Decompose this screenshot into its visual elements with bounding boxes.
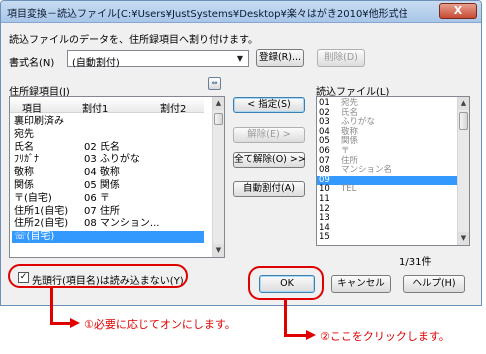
table-row[interactable]: ﾌﾘｶﾞﾅ 03 ふりがな (12, 154, 204, 166)
list-item[interactable]: 05 関係 (317, 137, 459, 146)
column-header-map1[interactable]: 割付1 (82, 100, 108, 115)
window-title: 項目変換－読込ファイル[C:¥Users¥JustSystems¥Desktop… (7, 9, 407, 20)
list-item[interactable]: 01 宛先 (317, 99, 459, 108)
field-text: TEL (341, 184, 357, 195)
item-name-cell: ☏(自宅) (14, 231, 55, 243)
table-row[interactable]: 〒(自宅) 06 〒 (12, 193, 204, 205)
list-item[interactable]: 11 (317, 195, 459, 204)
address-items-scrollbar[interactable]: ▲ ▼ (212, 97, 224, 257)
list-item[interactable]: 14 (317, 223, 459, 233)
field-text: 〒 (341, 146, 350, 156)
help-button[interactable]: ヘルプ(H) (403, 275, 465, 293)
item-name-cell: 敬称 (14, 167, 34, 179)
field-number: 03 (319, 117, 330, 128)
scroll-down-icon[interactable]: ▼ (458, 232, 469, 245)
item-name-cell: 住所1(自宅) (14, 205, 69, 217)
map1-cell: 03 ふりがな (84, 154, 140, 166)
unassign-all-button[interactable]: 全て解除(O) >> (233, 152, 306, 168)
table-row[interactable]: 住所1(自宅) 07 住所 (12, 206, 204, 218)
table-row[interactable]: 裏印刷済み (12, 116, 204, 128)
record-count: 1/31件 (399, 257, 432, 268)
table-row[interactable]: ☏(自宅) (12, 231, 204, 244)
read-file-list[interactable]: 01 宛先 02 氏名 03 ふりがな 04 敬称 05 関係 06 〒 07 住所 08 マンション名 09 1… (316, 96, 470, 246)
auto-assign-button[interactable]: 自動割付(A) (233, 181, 305, 197)
list-item[interactable]: 12 (317, 204, 459, 214)
list-item[interactable]: 08 マンション名 (317, 166, 459, 175)
item-name-cell: 〒(自宅) (14, 192, 52, 204)
column-header-map2[interactable]: 割付2 (160, 100, 186, 115)
annotation-arrow-2 (306, 330, 316, 340)
read-file-scrollbar[interactable]: ▲ ▼ (457, 97, 469, 245)
scroll-up-icon[interactable]: ▲ (213, 97, 224, 110)
scroll-thumb[interactable] (459, 112, 468, 130)
field-number: 11 (319, 194, 330, 204)
register-button[interactable]: 登録(R)... (256, 49, 304, 67)
map1-cell: 08 マンション... (84, 218, 160, 230)
list-item[interactable]: 13 (317, 214, 459, 223)
address-items-list[interactable]: 項目 割付1 割付2 裏印刷済み 宛先 氏名 02 氏名 ﾌﾘｶﾞﾅ 03 ふりがな敬称 0… (9, 96, 225, 258)
column-header-item[interactable]: 項目 (22, 100, 42, 115)
unassign-button[interactable]: 解除(E) > (233, 127, 305, 143)
item-name-cell: 関係 (14, 180, 34, 191)
list-item[interactable]: 06 〒 (317, 147, 459, 156)
address-items-header: 項目 割付1 割付2 (10, 97, 204, 115)
field-number: 06 (319, 146, 330, 156)
annotation-line-1h (50, 322, 70, 325)
table-row[interactable]: 住所2(自宅) 08 マンション... (12, 218, 204, 230)
table-row[interactable]: 氏名 02 氏名 (12, 142, 204, 154)
cancel-button[interactable]: キャンセル (331, 275, 391, 293)
list-item[interactable]: 02 氏名 (317, 108, 459, 118)
list-item[interactable]: 03 ふりがな (317, 118, 459, 127)
format-label: 書式名(N) (9, 58, 55, 69)
chevron-down-icon: ▼ (236, 54, 244, 63)
field-text: マンション名 (341, 165, 393, 176)
annotation-note-1: ①必要に応じてオンにします。 (84, 318, 236, 331)
field-text: 宛先 (341, 98, 359, 108)
list-item[interactable]: 04 敬称 (317, 127, 459, 137)
annotation-note-2: ②ここをクリックします。 (320, 330, 450, 343)
assign-button[interactable]: < 指定(S) (233, 97, 305, 113)
scroll-down-icon[interactable]: ▼ (213, 244, 224, 257)
instruction-text: 読込ファイルのデータを、住所録項目へ割り付けます。 (9, 35, 258, 46)
annotation-line-2v (284, 300, 287, 336)
list-item[interactable]: 10 TEL (317, 185, 459, 194)
scroll-thumb[interactable] (214, 113, 223, 125)
field-number: 15 (319, 232, 330, 243)
scroll-up-icon[interactable]: ▲ (458, 97, 469, 110)
column-settings-icon[interactable]: ⇔ (208, 77, 221, 90)
field-number: 08 (319, 165, 330, 176)
item-name-cell: 住所2(自宅) (14, 218, 69, 230)
delete-button[interactable]: 削除(D) (317, 49, 365, 67)
list-item[interactable]: 09 (317, 175, 459, 185)
annotation-line-2h (284, 334, 306, 337)
table-row[interactable]: 敬称 04 敬称 (12, 167, 204, 179)
item-name-cell: 宛先 (14, 128, 34, 140)
item-conversion-dialog: 項目変換－読込ファイル[C:¥Users¥JustSystems¥Desktop… (0, 0, 482, 306)
annotation-arrow-1 (70, 318, 80, 328)
format-select-value: (自動割付) (72, 58, 120, 69)
annotation-line-1v (50, 288, 53, 324)
close-button[interactable]: X (439, 3, 477, 19)
list-item[interactable]: 15 (317, 233, 459, 242)
format-select[interactable]: (自動割付) ▼ (67, 50, 249, 69)
map1-cell: 04 敬称 (84, 167, 120, 179)
map1-cell: 05 関係 (84, 180, 120, 191)
table-row[interactable]: 関係 05 関係 (12, 180, 204, 192)
annotation-oval-ok (248, 266, 324, 300)
item-name-cell: 裏印刷済み (14, 116, 64, 127)
map1-cell: 07 住所 (84, 205, 120, 217)
item-name-cell: ﾌﾘｶﾞﾅ (14, 154, 39, 166)
field-number: 01 (319, 98, 330, 108)
map1-cell: 02 氏名 (84, 141, 120, 153)
field-number: 13 (319, 213, 330, 224)
table-row[interactable]: 宛先 (12, 129, 204, 141)
field-text: ふりがな (341, 117, 376, 128)
item-name-cell: 氏名 (14, 141, 34, 153)
title-bar: 項目変換－読込ファイル[C:¥Users¥JustSystems¥Desktop… (1, 1, 481, 23)
map1-cell: 06 〒 (84, 192, 110, 204)
annotation-oval-checkbox (8, 264, 188, 288)
